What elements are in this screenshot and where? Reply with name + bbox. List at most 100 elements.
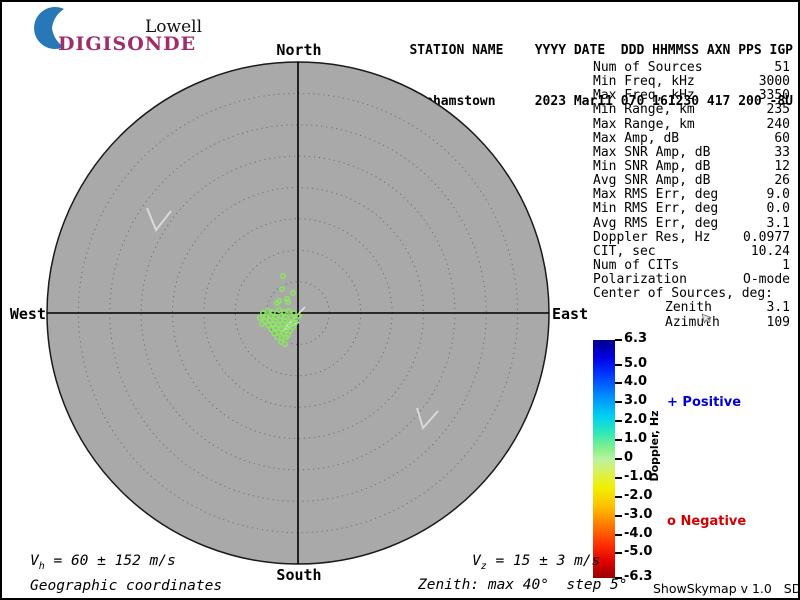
stat-value: 12 <box>774 158 790 174</box>
stat-label: Avg RMS Err, deg <box>593 215 719 231</box>
stat-value: 1 <box>782 257 790 273</box>
stat-label: Max SNR Amp, dB <box>593 144 711 160</box>
colorbar-tick <box>615 339 622 341</box>
stat-label: Min RMS Err, deg <box>593 201 719 217</box>
stat-row: Polarization O-mode <box>593 272 790 288</box>
stat-value: O-mode <box>743 272 790 288</box>
positive-doppler-legend: + Positive <box>667 395 741 410</box>
plus-marker-icon: + <box>667 395 678 410</box>
horizontal-velocity-text: Vh = 60 ± 152 m/s <box>30 553 176 572</box>
colorbar-tick <box>615 382 622 385</box>
stat-row: Max Amp, dB 60 <box>593 130 790 146</box>
stat-label: Polarization <box>593 272 687 288</box>
colorbar-tick-label: 4.0 <box>624 374 648 390</box>
stat-row: Min RMS Err, deg 0.0 <box>593 202 790 216</box>
stat-value: 3000 <box>758 74 790 90</box>
colorbar-tick <box>615 495 622 498</box>
stat-row: Min Range, km 235 <box>593 103 790 117</box>
colorbar-tick-label: 6.3 <box>624 331 648 346</box>
stat-row: Azimuth 109 <box>593 314 790 330</box>
stat-value: 51 <box>774 60 790 75</box>
stat-value: 9.0 <box>766 187 790 203</box>
stat-value: 0.0 <box>766 201 790 217</box>
stat-row: Min SNR Amp, dB 12 <box>593 158 790 174</box>
colorbar-tick-label: 0 <box>624 450 634 465</box>
positive-label: Positive <box>677 395 742 410</box>
stat-label: Max Range, km <box>593 116 695 132</box>
compass-label-west: West <box>9 305 46 323</box>
stat-value: 0.0977 <box>743 229 790 245</box>
colorbar-tick <box>615 458 622 460</box>
colorbar-tick-label: 3.0 <box>624 393 648 409</box>
stat-label: Doppler Res, Hz <box>593 229 711 245</box>
stat-label: Avg SNR Amp, dB <box>593 173 711 189</box>
colorbar-tick-label: 2.0 <box>624 412 648 428</box>
colorbar-tick <box>615 439 622 442</box>
colorbar-tick-label: -6.3 <box>624 569 653 584</box>
showskymap-window: Lowell DIGISONDE STATION NAME YYYY DATE … <box>0 0 800 600</box>
stat-value: 33 <box>774 144 790 160</box>
stat-row: Avg SNR Amp, dB 26 <box>593 173 790 189</box>
stat-row: CIT, sec 10.24 <box>593 243 790 259</box>
stat-row: Doppler Res, Hz 0.0977 <box>593 229 790 245</box>
vz-value: = 15 ± 3 m/s <box>486 553 601 569</box>
stat-label: Num of CITs <box>593 257 680 273</box>
stat-row: Max Range, km 240 <box>593 116 790 132</box>
colorbar-tick-label: 1.0 <box>624 431 648 447</box>
compass-label-north: North <box>276 41 322 59</box>
stat-label: Num of Sources <box>593 60 703 75</box>
stat-label: Center of Sources, deg: <box>593 286 774 302</box>
doppler-colorbar-title: Doppler, Hz <box>648 410 661 482</box>
stat-value: 10.24 <box>750 243 790 259</box>
vh-symbol: V <box>30 553 39 569</box>
stat-row: Zenith 3.1 <box>593 301 790 315</box>
stat-label: Max RMS Err, deg <box>593 187 719 203</box>
stat-label: Min SNR Amp, dB <box>593 158 711 174</box>
stat-row: Max Freq, kHz 3350 <box>593 89 790 103</box>
stat-label: Min Freq, kHz <box>593 74 695 90</box>
colorbar-tick <box>615 401 622 404</box>
colorbar-tick <box>615 420 622 423</box>
stat-label: Min Range, km <box>593 102 695 118</box>
stat-row: Num of CITs 1 <box>593 257 790 273</box>
stat-label: Max Amp, dB <box>593 130 680 146</box>
vertical-velocity-text: Vz = 15 ± 3 m/s <box>472 553 600 572</box>
stat-row: Max RMS Err, deg 9.0 <box>593 188 790 202</box>
software-version-text: ShowSkymap v 1.0 SD v 5.1 <box>653 581 800 596</box>
colorbar-tick <box>615 514 622 517</box>
stat-row: Avg RMS Err, deg 3.1 <box>593 215 790 231</box>
stat-value: 235 <box>766 102 790 118</box>
zenith-scale-text: Zenith: max 40° step 5° <box>418 577 628 593</box>
stat-value: 26 <box>774 173 790 189</box>
colorbar-tick-label: 5.0 <box>624 355 648 371</box>
stat-value: 240 <box>766 116 790 132</box>
statistics-panel: Num of Sources 51 Min Freq, kHz 3000 Max Fre… <box>593 60 790 330</box>
negative-label: Negative <box>675 514 747 529</box>
colorbar-tick <box>615 533 622 536</box>
stat-value: 109 <box>766 314 790 330</box>
negative-doppler-legend: o Negative <box>667 514 746 529</box>
colorbar-tick-label: -4.0 <box>624 525 653 541</box>
colorbar-tick-label: -3.0 <box>624 506 653 522</box>
compass-label-south: South <box>276 566 322 584</box>
vz-symbol: V <box>472 553 481 569</box>
stat-value: 3350 <box>758 88 790 104</box>
stat-row: Num of Sources 51 <box>593 60 790 75</box>
stat-row: Max SNR Amp, dB 33 <box>593 144 790 160</box>
stat-label: CIT, sec <box>593 243 656 259</box>
stat-row: Min Freq, kHz 3000 <box>593 74 790 90</box>
coordinate-system-text: Geographic coordinates <box>30 578 223 594</box>
stat-row: Center of Sources, deg: <box>593 287 790 301</box>
colorbar-tick <box>615 552 622 555</box>
stat-label: Max Freq, kHz <box>593 88 695 104</box>
colorbar-tick <box>615 476 622 479</box>
mouse-cursor-icon <box>702 313 712 324</box>
doppler-colorbar <box>593 340 615 578</box>
colorbar-tick <box>615 363 622 366</box>
stat-value: 3.1 <box>766 300 790 316</box>
stat-value: 3.1 <box>766 215 790 231</box>
vh-value: = 60 ± 152 m/s <box>44 553 176 569</box>
circle-marker-icon: o <box>667 514 676 529</box>
stat-value: 60 <box>774 130 790 146</box>
compass-label-east: East <box>552 305 589 323</box>
